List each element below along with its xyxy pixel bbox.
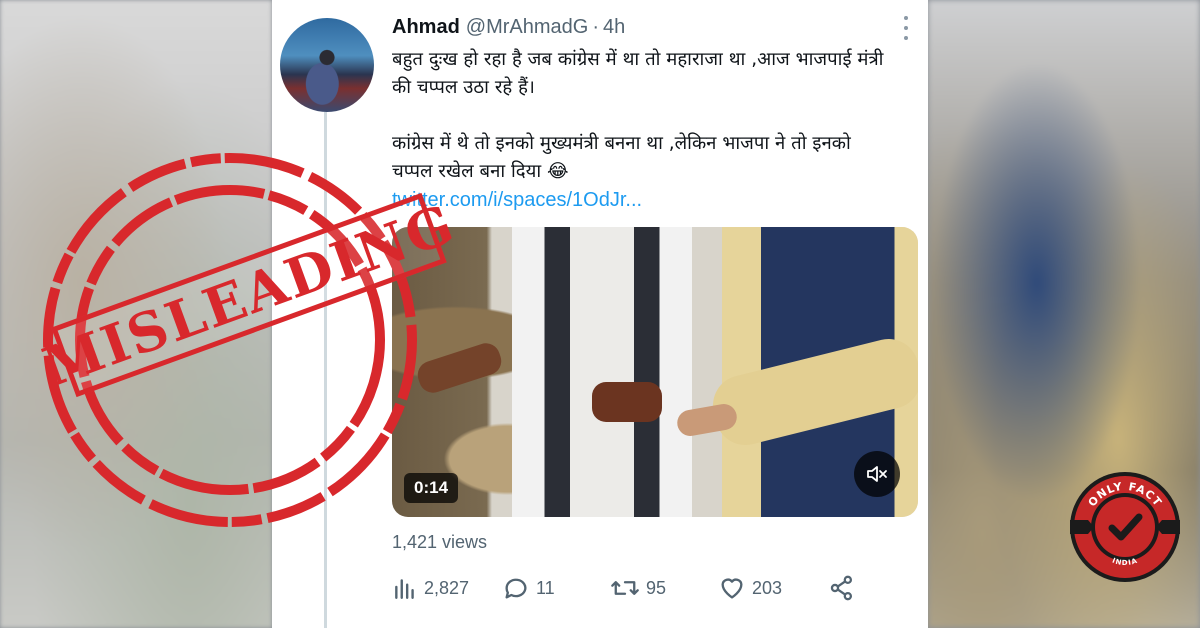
- tweet-paragraph-1: बहुत दुःख हो रहा है जब कांग्रेस में था त…: [392, 49, 884, 98]
- separator: ·: [592, 16, 600, 38]
- analytics-count: 2,827: [424, 577, 470, 598]
- retweet-count: 95: [646, 577, 667, 598]
- volume-muted-icon[interactable]: [854, 451, 900, 497]
- handle[interactable]: @MrAhmadG: [466, 16, 589, 39]
- tweet-header: Ahmad @MrAhmadG · 4h: [392, 16, 904, 42]
- like-button[interactable]: 203: [718, 572, 782, 604]
- tweet-link[interactable]: twitter.com/i/spaces/1OdJr...: [392, 186, 892, 214]
- avatar[interactable]: [280, 18, 374, 112]
- only-fact-logo: ONLY FACT INDIA: [1068, 470, 1182, 584]
- video-frame-detail: [592, 382, 662, 422]
- timestamp[interactable]: 4h: [603, 16, 625, 39]
- retweet-icon: [611, 581, 639, 595]
- like-count: 203: [752, 577, 783, 598]
- more-vertical-icon[interactable]: [902, 16, 910, 40]
- view-count: 1,421 views: [392, 532, 488, 552]
- tweet-text: बहुत दुःख हो रहा है जब कांग्रेस में था त…: [392, 46, 892, 214]
- share-button[interactable]: [828, 572, 862, 604]
- tweet-paragraph-2: कांग्रेस में थे तो इनको मुख्यमंत्री बनना…: [392, 133, 851, 182]
- video-frame-detail: [570, 227, 634, 517]
- retweet-button[interactable]: 95: [610, 572, 666, 604]
- video-player[interactable]: 0:14: [392, 227, 918, 517]
- action-bar: 2,827 11 95 203: [392, 572, 862, 604]
- video-frame-detail: [414, 339, 505, 397]
- share-icon: [830, 575, 853, 601]
- comment-icon: [505, 578, 527, 599]
- heart-icon: [721, 578, 743, 599]
- analytics-button[interactable]: 2,827: [392, 572, 469, 604]
- reply-button[interactable]: 11: [502, 572, 555, 604]
- display-name[interactable]: Ahmad: [392, 16, 460, 39]
- bar-chart-icon: [395, 579, 414, 599]
- reply-count: 11: [536, 577, 555, 598]
